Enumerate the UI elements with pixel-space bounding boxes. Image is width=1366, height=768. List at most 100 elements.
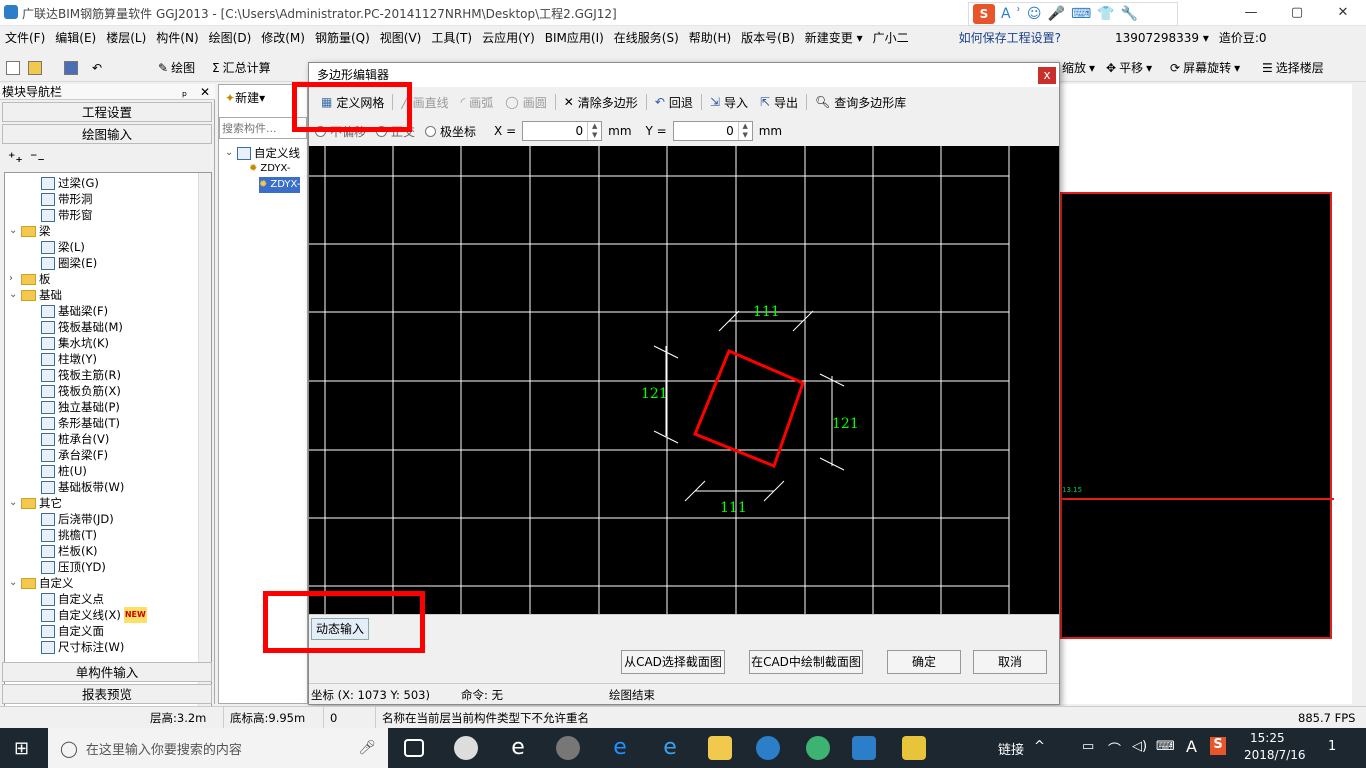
tree-item[interactable]: 自定义线(X) NEW bbox=[29, 607, 147, 623]
tree-scrollbar[interactable] bbox=[198, 173, 211, 741]
rotate-button[interactable]: ⟳ 屏幕旋转 ▾ bbox=[1170, 58, 1240, 78]
sogou-tray-icon[interactable]: S bbox=[1210, 737, 1226, 755]
ime-skin-icon[interactable]: 👕 bbox=[1097, 6, 1114, 22]
file-explorer-icon[interactable] bbox=[708, 736, 732, 760]
keyboard-icon[interactable]: ⌨ bbox=[1156, 739, 1175, 754]
expand-toggle-icon[interactable]: ⌄ bbox=[9, 495, 18, 511]
cancel-button[interactable]: 取消 bbox=[973, 650, 1047, 674]
close-button[interactable]: ✕ bbox=[1320, 0, 1366, 26]
export-button[interactable]: ⇱ 导出 bbox=[754, 91, 804, 113]
notes-app-icon[interactable] bbox=[902, 736, 926, 760]
tree-item[interactable]: 独立基础(P) bbox=[29, 399, 120, 415]
clock-date[interactable]: 2018/7/16 bbox=[1244, 748, 1306, 762]
pan-button[interactable]: ✥ 平移 ▾ bbox=[1106, 58, 1152, 78]
zoom-button[interactable]: 缩放 ▾ bbox=[1062, 58, 1095, 78]
sogou-icon[interactable]: S bbox=[973, 4, 995, 24]
microphone-icon[interactable]: 🎤︎ bbox=[358, 740, 376, 756]
volume-icon[interactable]: ◁) bbox=[1132, 739, 1147, 754]
ime-keyboard-icon[interactable]: ⌨ bbox=[1071, 6, 1091, 22]
notification-icon[interactable]: 1 bbox=[1328, 739, 1336, 754]
glodon-g-icon[interactable] bbox=[756, 736, 780, 760]
ie-blue-icon[interactable]: e bbox=[658, 736, 682, 760]
tree-folder[interactable]: ⌄ 其它 bbox=[9, 495, 62, 511]
tree-item[interactable]: 尺寸标注(W) bbox=[29, 639, 124, 655]
draw-circle-button[interactable]: ◯ 画圆 bbox=[499, 91, 552, 113]
polygon-drawing-canvas[interactable]: 111 111 121 121 bbox=[309, 146, 1059, 614]
y-input[interactable]: 0 ▲ ▼ bbox=[672, 121, 753, 141]
battery-icon[interactable]: ▭ bbox=[1082, 739, 1094, 754]
spin-arrows-icon[interactable]: ▲ ▼ bbox=[737, 122, 752, 140]
tree-folder[interactable]: › 板 bbox=[9, 271, 51, 287]
rotated-square-polygon[interactable] bbox=[693, 349, 805, 468]
menu-guangxiaoer[interactable]: 广小二 bbox=[868, 26, 914, 50]
cad-select-section-button[interactable]: 从CAD选择截面图 bbox=[621, 650, 725, 674]
menu-rebar-qty[interactable]: 钢筋量(Q) bbox=[310, 26, 375, 50]
x-input[interactable]: 0 ▲ ▼ bbox=[522, 121, 603, 141]
tree-item[interactable]: 梁(L) bbox=[29, 239, 85, 255]
menu-bim[interactable]: BIM应用(I) bbox=[540, 26, 609, 50]
tree-item[interactable]: 带形洞 bbox=[29, 191, 93, 207]
tray-expand-icon[interactable]: ^ bbox=[1034, 739, 1045, 754]
tree-item[interactable]: 自定义面 bbox=[29, 623, 104, 639]
tree-item[interactable]: 条形基础(T) bbox=[29, 415, 120, 431]
clear-polygon-button[interactable]: ✕ 清除多边形 bbox=[558, 91, 644, 113]
app-icon[interactable] bbox=[556, 736, 580, 760]
component-item-selected[interactable]: ✹ ZDYX- bbox=[259, 177, 301, 193]
dialog-close-button[interactable]: x bbox=[1038, 67, 1056, 84]
menu-edit[interactable]: 编辑(E) bbox=[50, 26, 101, 50]
spin-arrows-icon[interactable]: ▲ ▼ bbox=[587, 122, 601, 140]
sum-calc-button[interactable]: Σ 汇总计算 bbox=[212, 58, 271, 78]
expand-toggle-icon[interactable]: ⌄ bbox=[9, 223, 18, 239]
expand-toggle-icon[interactable]: ⌄ bbox=[9, 575, 18, 591]
save-settings-link[interactable]: 如何保存工程设置? bbox=[954, 26, 1066, 50]
project-settings-button[interactable]: 工程设置 bbox=[2, 102, 212, 122]
minimize-button[interactable]: — bbox=[1228, 0, 1274, 26]
green-app-icon[interactable] bbox=[806, 736, 830, 760]
ime-punct-icon[interactable]: ʾ bbox=[1017, 6, 1021, 22]
tree-item[interactable]: 基础梁(F) bbox=[29, 303, 108, 319]
tree-item[interactable]: 后浇带(JD) bbox=[29, 511, 114, 527]
expand-all-icon[interactable]: ⁺₊ bbox=[8, 150, 23, 166]
import-button[interactable]: ⇲ 导入 bbox=[704, 91, 754, 113]
tree-item[interactable]: 筏板基础(M) bbox=[29, 319, 123, 335]
tree-item[interactable]: 桩(U) bbox=[29, 463, 87, 479]
component-item[interactable]: ✹ ZDYX- bbox=[249, 161, 290, 177]
ggj-app-icon[interactable] bbox=[852, 736, 876, 760]
tree-item[interactable]: 压顶(YD) bbox=[29, 559, 106, 575]
close-icon[interactable]: ✕ bbox=[200, 84, 210, 100]
tree-item[interactable]: 集水坑(K) bbox=[29, 335, 109, 351]
tree-item[interactable]: 柱墩(Y) bbox=[29, 351, 97, 367]
draw-input-button[interactable]: 绘图输入 bbox=[2, 124, 212, 144]
select-floor-button[interactable]: ☰ 选择楼层 bbox=[1262, 58, 1324, 78]
draw-arc-button[interactable]: ◜ 画弧 bbox=[455, 91, 500, 113]
save-icon[interactable] bbox=[64, 58, 78, 78]
menu-modify[interactable]: 修改(M) bbox=[256, 26, 310, 50]
polar-radio[interactable]: 极坐标 bbox=[425, 123, 476, 140]
expand-toggle-icon[interactable]: › bbox=[9, 271, 18, 287]
tree-item[interactable]: 桩承台(V) bbox=[29, 431, 109, 447]
tree-item[interactable]: 基础板带(W) bbox=[29, 479, 124, 495]
polygon-drawing-svg[interactable]: 111 111 121 121 bbox=[309, 146, 1059, 614]
tree-item[interactable]: 圈梁(E) bbox=[29, 255, 97, 271]
ok-button[interactable]: 确定 bbox=[887, 650, 961, 674]
single-input-button[interactable]: 单构件输入 bbox=[2, 662, 212, 682]
tree-item[interactable]: 挑檐(T) bbox=[29, 527, 97, 543]
ie-icon[interactable]: e bbox=[506, 736, 530, 760]
tree-folder[interactable]: ⌄ 自定义 bbox=[9, 575, 74, 591]
menu-tools[interactable]: 工具(T) bbox=[426, 26, 477, 50]
tree-item[interactable]: 过梁(G) bbox=[29, 175, 99, 191]
undo-icon[interactable]: ↶ bbox=[92, 58, 102, 78]
ime-voice-icon[interactable]: 🎤 bbox=[1048, 6, 1065, 22]
network-icon[interactable]: ⌒ bbox=[1108, 739, 1121, 758]
new-component-button[interactable]: ✦新建▾ bbox=[225, 89, 265, 106]
clock-time[interactable]: 15:25 bbox=[1250, 731, 1285, 745]
ime-lang-icon[interactable]: A bbox=[1001, 6, 1011, 22]
component-tree[interactable]: 过梁(G) 带形洞 带形窗 ⌄ 梁梁(L) 圈梁(E) › 板 ⌄ 基础 基础梁(F) 筏板基础(M)… bbox=[4, 172, 212, 742]
menu-file[interactable]: 文件(F) bbox=[0, 26, 50, 50]
task-view-icon[interactable] bbox=[404, 739, 424, 757]
open-folder-icon[interactable] bbox=[28, 58, 42, 78]
tree-folder[interactable]: ⌄ 梁 bbox=[9, 223, 51, 239]
edge-icon[interactable]: e bbox=[608, 736, 632, 760]
report-preview-button[interactable]: 报表预览 bbox=[2, 684, 212, 704]
menu-version[interactable]: 版本号(B) bbox=[736, 26, 800, 50]
